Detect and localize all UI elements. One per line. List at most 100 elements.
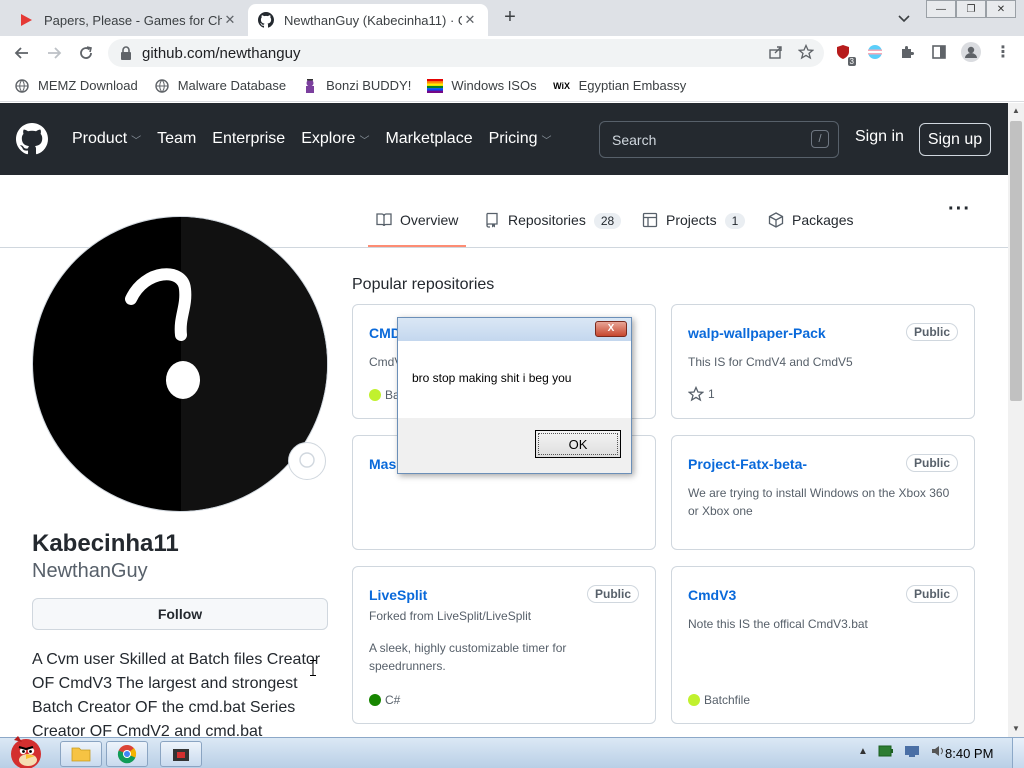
folder-icon — [71, 747, 91, 762]
tab-label: Repositories — [508, 212, 586, 228]
nav-label: Enterprise — [212, 130, 286, 147]
tab-papers-please[interactable]: Papers, Please - Games for Cha ✕ — [8, 4, 248, 36]
tab-projects[interactable]: Projects 1 — [642, 212, 746, 247]
nav-product[interactable]: Product ﹀ — [72, 130, 141, 148]
language-label: C# — [385, 693, 401, 707]
github-logo-icon[interactable] — [16, 123, 48, 155]
globe-icon — [154, 78, 170, 94]
visibility-badge: Public — [905, 454, 958, 472]
text-cursor-icon — [310, 660, 316, 676]
address-bar[interactable]: github.com/newthanguy — [108, 39, 824, 67]
repo-name-link[interactable]: Project-Fatx-beta- — [688, 456, 807, 472]
vertical-scrollbar[interactable]: ▲ ▼ — [1008, 103, 1024, 737]
bookmark-bonzi-buddy[interactable]: Bonzi BUDDY! — [302, 78, 411, 94]
nav-enterprise[interactable]: Enterprise — [212, 130, 285, 148]
new-tab-button[interactable]: + — [498, 6, 522, 30]
repo-name-link[interactable]: Mas — [369, 456, 396, 472]
bookmark-malware-database[interactable]: Malware Database — [154, 78, 286, 94]
repo-language: C# — [369, 693, 400, 707]
side-panel-icon[interactable] — [928, 41, 950, 63]
follow-button[interactable]: Follow — [32, 598, 328, 630]
taskbar-clock[interactable]: 8:40 PM — [945, 746, 993, 761]
nav-explore[interactable]: Explore ﹀ — [301, 130, 369, 148]
close-icon[interactable]: ✕ — [462, 12, 478, 28]
window-close-button[interactable]: ✕ — [986, 0, 1016, 18]
tab-search-chevron-icon[interactable] — [894, 8, 914, 28]
volume-icon[interactable] — [930, 744, 946, 758]
nav-label: Explore — [301, 130, 356, 147]
taskbar-explorer-button[interactable] — [60, 741, 102, 767]
repo-language: Ba — [369, 388, 400, 402]
bookmark-windows-isos[interactable]: Windows ISOs — [427, 78, 537, 94]
popular-repositories-title: Popular repositories — [352, 276, 495, 293]
visibility-badge: Public — [905, 323, 958, 341]
tab-title: Papers, Please - Games for Cha — [44, 12, 222, 28]
visibility-badge: Public — [586, 585, 639, 603]
repo-stars[interactable]: 1 — [688, 386, 715, 402]
profile-bio: A Cvm user Skilled at Batch files Creato… — [32, 651, 321, 740]
search-input[interactable] — [599, 121, 839, 158]
dialog-close-button[interactable]: X — [595, 321, 627, 337]
book-icon — [376, 213, 392, 227]
rainbow-flag-icon — [427, 78, 444, 94]
minimize-button[interactable]: — — [926, 0, 956, 18]
bookmark-egyptian-embassy[interactable]: WiX Egyptian Embassy — [553, 78, 686, 94]
system-tray: ▲ — [858, 744, 946, 758]
nav-marketplace[interactable]: Marketplace — [385, 130, 472, 148]
pride-extension-icon[interactable] — [864, 41, 886, 63]
lock-icon — [121, 46, 131, 60]
nav-team[interactable]: Team — [157, 130, 196, 148]
kebab-menu-icon[interactable]: ⋮ — [992, 41, 1014, 63]
reload-button[interactable] — [70, 37, 102, 69]
ok-button[interactable]: OK — [535, 430, 621, 458]
scroll-down-arrow-icon[interactable]: ▼ — [1008, 721, 1024, 737]
window-controls: — ❐ ✕ — [926, 0, 1016, 18]
restore-button[interactable]: ❐ — [956, 0, 986, 18]
battery-icon[interactable] — [878, 744, 894, 758]
nav-label: Team — [157, 130, 197, 147]
star-icon — [688, 386, 704, 402]
forward-button[interactable] — [38, 37, 70, 69]
profile-avatar-icon[interactable] — [960, 41, 982, 63]
shield-extension-icon[interactable]: 3 — [832, 41, 856, 66]
projects-count: 1 — [724, 213, 746, 229]
profile-fullname: Kabecinha11 — [32, 530, 179, 557]
back-arrow-icon — [14, 47, 28, 59]
tab-repositories[interactable]: Repositories 28 — [484, 212, 622, 247]
taskbar-app-button[interactable] — [160, 741, 202, 767]
repo-name-link[interactable]: CmdV3 — [688, 587, 736, 603]
start-button[interactable] — [4, 732, 48, 768]
sign-up-button[interactable]: Sign up — [919, 123, 991, 156]
tab-overview[interactable]: Overview — [368, 212, 467, 247]
network-icon[interactable] — [904, 744, 920, 758]
scroll-up-arrow-icon[interactable]: ▲ — [1008, 103, 1024, 119]
status-emoji-button[interactable] — [288, 442, 326, 480]
share-icon[interactable] — [768, 44, 784, 64]
tab-packages[interactable]: Packages — [768, 212, 853, 247]
sign-in-link[interactable]: Sign in — [855, 128, 904, 146]
message-box-dialog: X bro stop making shit i beg you OK — [397, 317, 632, 474]
bookmark-memz[interactable]: MEMZ Download — [14, 78, 138, 94]
show-desktop-button[interactable] — [1012, 738, 1024, 768]
reload-icon — [80, 46, 92, 59]
fork-source[interactable]: Forked from LiveSplit/LiveSplit — [369, 609, 531, 623]
taskbar-chrome-button[interactable] — [106, 741, 148, 767]
more-options-icon[interactable]: ··· — [948, 198, 971, 221]
tab-github-profile[interactable]: NewthanGuy (Kabecinha11) · G ✕ — [248, 4, 488, 36]
nav-pricing[interactable]: Pricing ﹀ — [489, 130, 552, 148]
repo-name-link[interactable]: LiveSplit — [369, 587, 427, 603]
chevron-down-icon: ﹀ — [541, 135, 552, 147]
tray-expand-icon[interactable]: ▲ — [858, 746, 868, 757]
close-icon[interactable]: ✕ — [222, 12, 238, 28]
puzzle-extensions-icon[interactable] — [896, 41, 918, 63]
window-app-icon — [173, 749, 189, 761]
bookmark-star-icon[interactable] — [797, 43, 815, 64]
back-button[interactable] — [6, 37, 38, 69]
tab-title: NewthanGuy (Kabecinha11) · G — [284, 12, 462, 28]
repo-name-link[interactable]: walp-wallpaper-Pack — [688, 325, 826, 341]
scrollbar-thumb[interactable] — [1010, 121, 1022, 401]
avatar[interactable] — [32, 216, 328, 512]
repositories-count: 28 — [593, 213, 622, 229]
windows-taskbar: ▲ 8:40 PM — [0, 736, 1024, 768]
star-count: 1 — [708, 387, 715, 401]
